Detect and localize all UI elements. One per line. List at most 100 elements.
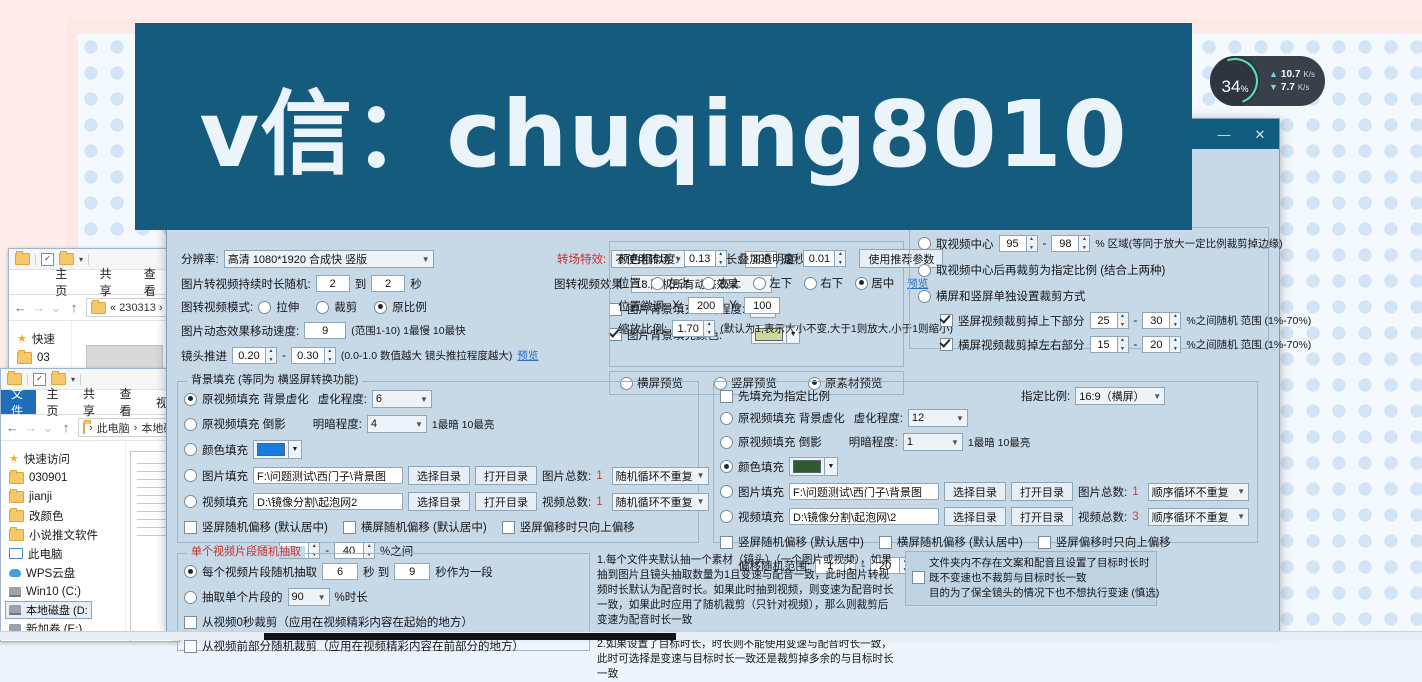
mode-crop-radio[interactable]	[316, 300, 330, 314]
image-path-input[interactable]	[253, 467, 403, 484]
crop-horizontal-min-stepper[interactable]: ▲▼	[1089, 336, 1129, 353]
fill-color-radio[interactable]	[184, 443, 197, 456]
position-option-4[interactable]: 居中	[855, 275, 894, 291]
clip-each-min-input[interactable]	[322, 563, 358, 580]
clip-front-checkbox[interactable]	[184, 639, 197, 653]
fill-video-radio[interactable]	[184, 495, 197, 508]
fill-ratio-checkbox[interactable]	[720, 389, 733, 403]
back-icon[interactable]: ←	[14, 300, 27, 315]
crop-center-ratio-radio[interactable]	[918, 263, 931, 277]
position-radio[interactable]	[702, 276, 716, 290]
crop-center-min-input[interactable]	[998, 235, 1027, 252]
y-input[interactable]	[744, 297, 781, 314]
crop-vertical-max-input[interactable]	[1142, 312, 1171, 329]
similarity-stepper[interactable]: ▲▼	[683, 250, 727, 267]
crop-horizontal-checkbox[interactable]	[940, 338, 953, 351]
stepper-arrows[interactable]: ▲▼	[1170, 312, 1182, 329]
crop-horizontal-max-input[interactable]	[1142, 336, 1171, 353]
sidebar-item-5[interactable]: 此电脑	[5, 544, 125, 563]
stepper-arrows[interactable]: ▲▼	[1026, 235, 1038, 252]
position-radio[interactable]	[855, 276, 869, 290]
forward-icon[interactable]: →	[32, 300, 45, 315]
stepper-arrows[interactable]: ▲▼	[1117, 336, 1129, 353]
video-order-select[interactable]: 顺序循环不重复 ▼	[1147, 507, 1249, 526]
horizontal-random-offset-checkbox[interactable]	[878, 535, 892, 549]
zoom-preview-link[interactable]: 预览	[517, 348, 538, 363]
zoom-max-stepper[interactable]: ▲▼	[290, 347, 336, 364]
crop-vertical-max-stepper[interactable]: ▲▼	[1142, 312, 1182, 329]
fill-mirror-radio[interactable]	[184, 417, 197, 431]
chevron-down-icon[interactable]: ▾	[79, 255, 83, 264]
blur-level-select[interactable]: 6 ▼	[371, 390, 432, 408]
forward-icon[interactable]: →	[24, 420, 37, 435]
position-option-0[interactable]: 左上	[651, 275, 690, 291]
crop-center-radio[interactable]	[918, 237, 931, 250]
sidebar-item-1[interactable]: 030901	[5, 468, 125, 487]
chevron-down-icon[interactable]: ▾	[71, 375, 75, 384]
stepper-arrows[interactable]: ▲▼	[324, 347, 336, 364]
up-icon[interactable]: ↑	[68, 300, 80, 315]
taskbar-active-item[interactable]	[264, 633, 676, 640]
speed-input[interactable]	[304, 322, 347, 339]
checkbox-icon[interactable]: ✓	[41, 252, 54, 266]
cpu-usage-gauge[interactable]: 34%	[1204, 50, 1266, 112]
tab-share[interactable]: 共享	[88, 267, 132, 298]
mode-ratio-radio[interactable]	[374, 300, 388, 314]
select-image-dir-button[interactable]: 选择目录	[408, 466, 470, 485]
image-order-select[interactable]: 随机循环不重复 ▼	[611, 466, 709, 485]
vertical-up-only-checkbox[interactable]	[501, 520, 515, 534]
fill-color-radio[interactable]	[720, 460, 733, 473]
position-option-3[interactable]: 右下	[804, 275, 843, 291]
opacity-stepper[interactable]: ▲▼	[803, 250, 847, 267]
clip-percent-radio[interactable]	[184, 590, 197, 604]
position-radio[interactable]	[804, 276, 818, 290]
system-monitor-widget[interactable]: 34% ▲ 10.7 K/s ▼ 7.7 K/s	[1204, 50, 1325, 112]
recent-locations-icon[interactable]: ⌄	[50, 300, 62, 316]
breadcrumb-this-pc[interactable]: 此电脑	[97, 420, 130, 436]
open-video-dir-button[interactable]: 打开目录	[475, 492, 537, 511]
crop-horizontal-max-stepper[interactable]: ▲▼	[1142, 336, 1182, 353]
sidebar-item-4[interactable]: 小说推文软件	[5, 525, 125, 544]
crop-horizontal-min-input[interactable]	[1089, 336, 1118, 353]
x-input[interactable]	[688, 297, 725, 314]
fill-image-radio[interactable]	[720, 485, 733, 498]
up-icon[interactable]: ↑	[60, 420, 72, 435]
breadcrumb[interactable]: › 此电脑 › 本地磁	[78, 418, 174, 437]
tab-file[interactable]: 文件	[1, 387, 36, 418]
resolution-select[interactable]: 高清 1080*1920 合成快 竖版 ▼	[223, 250, 434, 268]
select-image-dir-button[interactable]: 选择目录	[944, 482, 1006, 501]
chevron-down-icon[interactable]: ▼	[824, 458, 837, 475]
crop-vertical-min-input[interactable]	[1089, 312, 1118, 329]
similarity-input[interactable]	[683, 250, 716, 267]
chevron-down-icon[interactable]: ▼	[288, 441, 301, 458]
bright-select[interactable]: 1 ▼	[902, 433, 963, 451]
clip-each-max-input[interactable]	[394, 563, 431, 580]
fill-blur-radio[interactable]	[184, 392, 197, 406]
ratio-select[interactable]: 16:9（横屏） ▼	[1075, 387, 1166, 405]
crop-center-max-input[interactable]	[1051, 235, 1080, 252]
sidebar-item-quick-access[interactable]: ★ 快速	[13, 329, 71, 348]
tab-view[interactable]: 查看	[109, 387, 146, 418]
sidebar-item-2[interactable]: jianji	[5, 487, 125, 506]
crop-center-min-stepper[interactable]: ▲▼	[998, 235, 1038, 252]
open-video-dir-button[interactable]: 打开目录	[1011, 507, 1073, 526]
vertical-up-only-checkbox[interactable]	[1037, 535, 1051, 549]
fill-video-radio[interactable]	[720, 510, 733, 523]
video-order-select[interactable]: 随机循环不重复 ▼	[611, 492, 709, 511]
sidebar-item-3[interactable]: 改颜色	[5, 506, 125, 525]
stepper-arrows[interactable]: ▲▼	[266, 347, 277, 364]
position-radio[interactable]	[753, 276, 767, 290]
stepper-arrows[interactable]: ▲▼	[715, 250, 727, 267]
clip-percent-select[interactable]: 90 ▼	[287, 588, 330, 606]
open-image-dir-button[interactable]: 打开目录	[475, 466, 537, 485]
recent-locations-icon[interactable]: ⌄	[42, 420, 54, 436]
select-video-dir-button[interactable]: 选择目录	[944, 507, 1006, 526]
file-explorer-window-bottom[interactable]: ✓ ▾ 文件 主页 共享 查看 视 ← → ⌄ ↑ › 此电脑 › 本地磁 ★ 快…	[0, 368, 180, 642]
fill-color-picker[interactable]: ▼	[253, 440, 302, 459]
ribbon-tabs[interactable]: 主页 共享 查看	[9, 267, 177, 298]
vertical-random-offset-checkbox[interactable]	[720, 535, 733, 549]
scale-stepper[interactable]: ▲▼	[672, 320, 716, 337]
file-explorer-window-top[interactable]: ✓ ▾ 主页 共享 查看 ← → ⌄ ↑ « 230313 › ★ 快速 03	[8, 248, 178, 380]
stepper-arrows[interactable]: ▲▼	[1079, 235, 1091, 252]
sidebar-item-folder[interactable]: 03	[13, 348, 71, 367]
